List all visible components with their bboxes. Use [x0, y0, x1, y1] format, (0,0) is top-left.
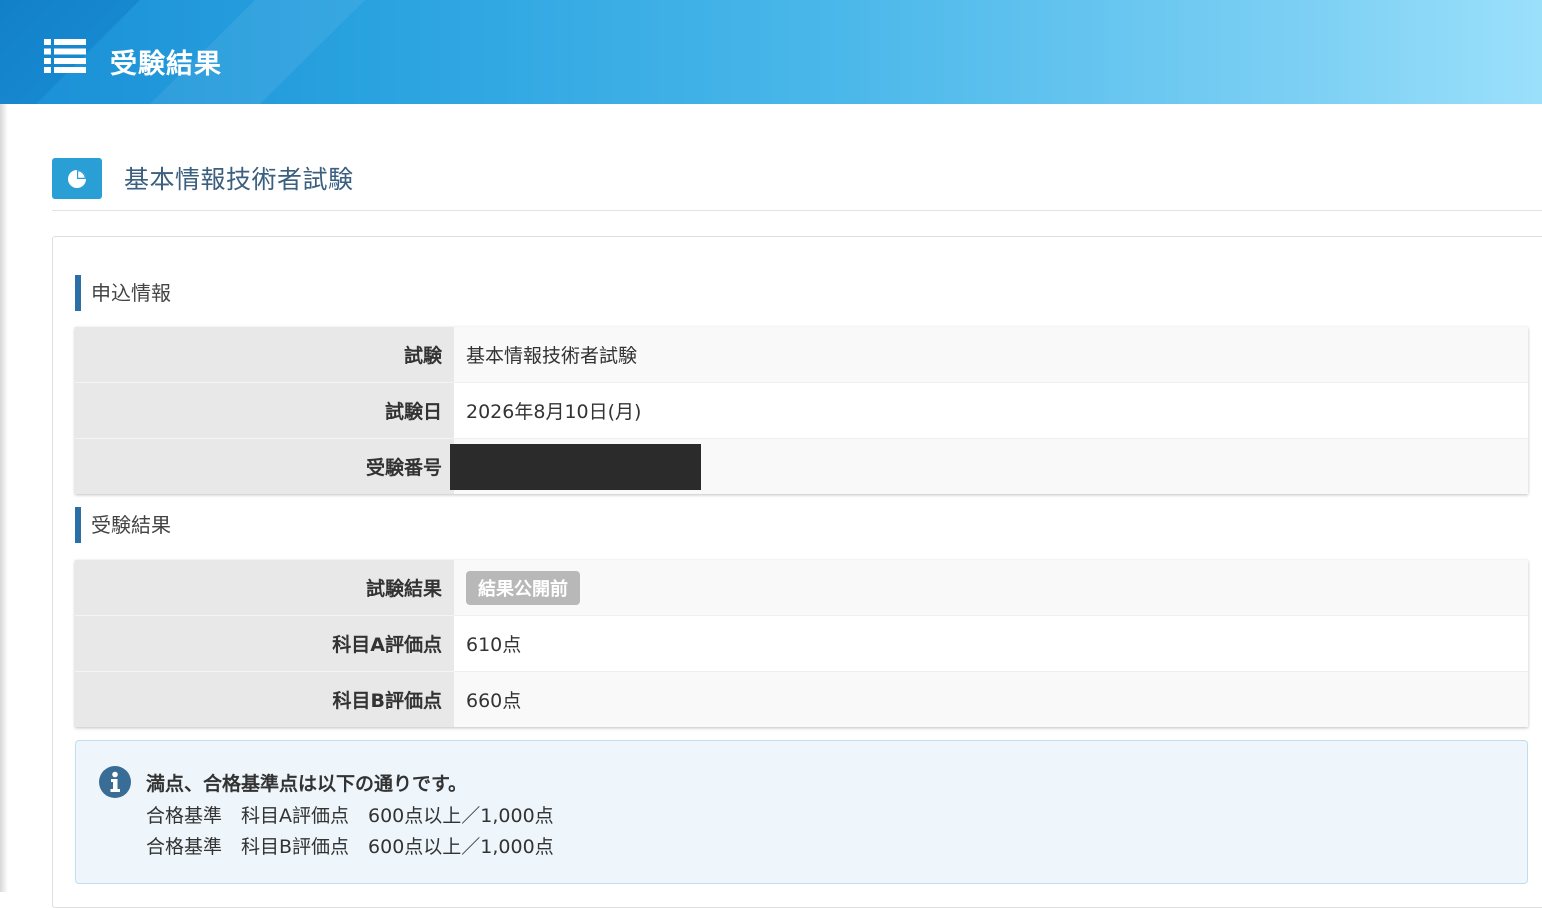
row-label: 試験結果 — [75, 560, 454, 616]
row-value: 610点 — [454, 615, 1528, 672]
exam-title: 基本情報技術者試験 — [124, 165, 354, 194]
app-header: 受験結果 — [0, 0, 1542, 104]
notice-line: 合格基準 科目A評価点 600点以上／1,000点 — [146, 805, 554, 827]
status-badge: 結果公開前 — [466, 570, 580, 605]
exam-result-table: 試験結果 結果公開前 科目A評価点 610点 科目B評価点 660点 — [75, 560, 1528, 727]
row-label: 受験番号 — [75, 438, 454, 494]
notice-lead: 満点、合格基準点は以下の通りです。 — [146, 773, 468, 795]
row-value: 2026年8月10日(月) — [454, 382, 1528, 439]
table-row: 科目B評価点 660点 — [75, 671, 1528, 727]
section-title-result: 受験結果 — [75, 507, 171, 543]
row-value — [450, 438, 1528, 494]
application-info-table: 試験 基本情報技術者試験 試験日 2026年8月10日(月) 受験番号 — [75, 327, 1528, 494]
section-title-application: 申込情報 — [75, 275, 171, 311]
row-value: 基本情報技術者試験 — [454, 327, 1528, 383]
row-label: 科目B評価点 — [75, 671, 454, 727]
list-icon[interactable] — [44, 39, 86, 73]
redacted-exam-number — [450, 443, 701, 490]
table-row: 試験日 2026年8月10日(月) — [75, 382, 1528, 439]
row-label: 科目A評価点 — [75, 615, 454, 672]
info-notice: 満点、合格基準点は以下の通りです。 合格基準 科目A評価点 600点以上／1,0… — [75, 740, 1528, 884]
row-label: 試験 — [75, 327, 454, 383]
row-value: 660点 — [454, 671, 1528, 727]
info-icon — [98, 765, 132, 803]
page-title: 受験結果 — [110, 49, 222, 80]
table-row: 科目A評価点 610点 — [75, 615, 1528, 672]
pie-chart-icon — [52, 158, 102, 199]
row-label: 試験日 — [75, 382, 454, 439]
table-row: 受験番号 — [75, 438, 1528, 494]
table-row: 試験 基本情報技術者試験 — [75, 327, 1528, 383]
row-value: 結果公開前 — [454, 560, 1528, 616]
page-edge-shadow — [0, 104, 8, 892]
table-row: 試験結果 結果公開前 — [75, 560, 1528, 616]
divider — [52, 210, 1542, 211]
notice-line: 合格基準 科目B評価点 600点以上／1,000点 — [146, 836, 554, 858]
